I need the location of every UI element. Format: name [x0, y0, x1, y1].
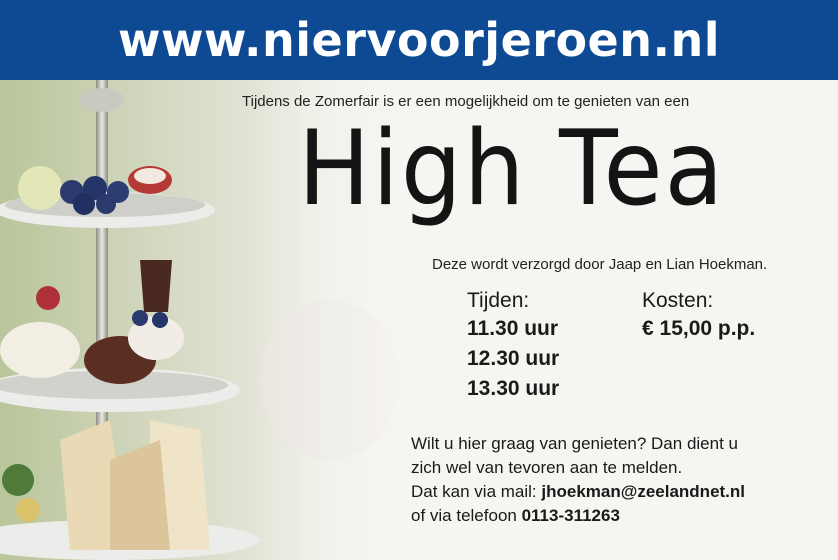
organizer-text: Deze wordt verzorgd door Jaap en Lian Ho…: [432, 256, 768, 273]
mail-prefix: Dat kan via mail:: [411, 482, 542, 501]
phone-number[interactable]: 0113-311263: [522, 506, 620, 525]
website-url[interactable]: www.niervoorjeroen.nl: [118, 13, 720, 67]
headline: High Tea: [298, 108, 726, 229]
contact-line-2: zich wel van tevoren aan te melden.: [411, 458, 683, 477]
contact-line-1: Wilt u hier graag van genieten? Dan dien…: [411, 434, 738, 453]
cost-heading: Kosten:: [642, 289, 714, 312]
contact-phone-line: of via telefoon 0113-311263: [411, 504, 831, 528]
header-banner: www.niervoorjeroen.nl: [0, 0, 838, 80]
time-slot: 13.30 uur: [467, 377, 560, 400]
contact-mail-line: Dat kan via mail: jhoekman@zeelandnet.nl: [411, 480, 831, 504]
time-slot: 11.30 uur: [467, 317, 559, 340]
times-heading: Tijden:: [467, 289, 530, 312]
contact-section: Wilt u hier graag van genieten? Dan dien…: [411, 432, 831, 528]
cost-value: € 15,00 p.p.: [642, 317, 756, 340]
time-slot: 12.30 uur: [467, 347, 560, 370]
email-link[interactable]: jhoekman@zeelandnet.nl: [541, 482, 745, 501]
times-section: Tijden: 11.30 uur 12.30 uur 13.30 uur: [467, 288, 559, 404]
phone-prefix: of via telefoon: [411, 506, 522, 525]
cost-section: Kosten: € 15,00 p.p.: [642, 288, 755, 344]
